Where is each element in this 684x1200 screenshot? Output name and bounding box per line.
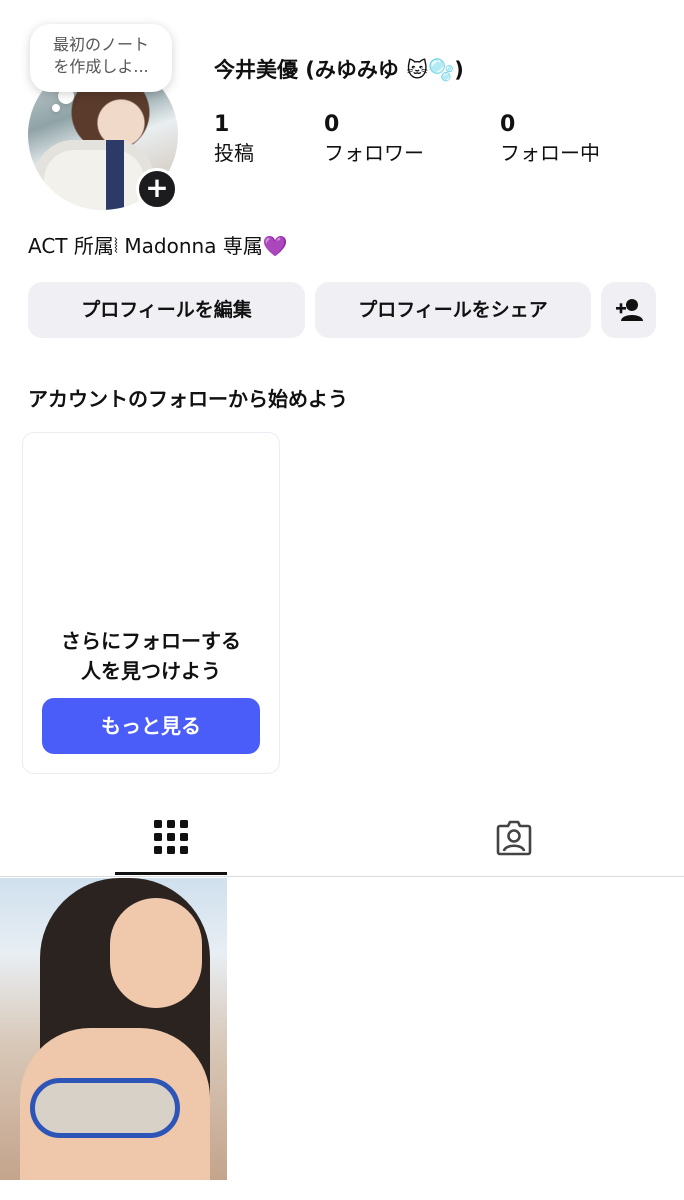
edit-profile-button[interactable]: プロフィールを編集 xyxy=(28,282,305,338)
discover-people-button[interactable] xyxy=(601,282,656,338)
grid-icon xyxy=(154,820,188,854)
suggestions-title: アカウントのフォローから始めよう xyxy=(28,387,348,411)
share-profile-button[interactable]: プロフィールをシェア xyxy=(315,282,591,338)
stat-following[interactable]: 0 フォロー中 xyxy=(500,112,600,166)
stat-followers-label: フォロワー xyxy=(324,141,424,165)
note-text-line2: を作成しよ... xyxy=(53,57,149,76)
stat-following-label: フォロー中 xyxy=(500,141,600,165)
add-person-icon xyxy=(615,299,643,321)
stat-posts-value: 1 xyxy=(214,112,230,137)
profile-bio: ACT 所属⦚ Madonna 専属💜 xyxy=(28,234,288,258)
stat-posts-label: 投稿 xyxy=(214,141,254,165)
tab-tagged[interactable] xyxy=(458,812,570,868)
tab-divider xyxy=(0,876,684,877)
see-more-button[interactable]: もっと見る xyxy=(42,698,260,754)
post-photo-detail xyxy=(30,1078,180,1138)
avatar-photo-detail xyxy=(34,140,154,210)
suggestion-card-text: さらにフォローする 人を見つけよう xyxy=(22,626,280,686)
post-thumbnail[interactable] xyxy=(0,878,227,1180)
tagged-person-icon xyxy=(496,820,532,856)
suggestion-card-line2: 人を見つけよう xyxy=(81,659,221,683)
add-story-icon[interactable]: + xyxy=(136,168,178,210)
post-photo-detail xyxy=(110,898,202,1008)
stat-posts: 1 投稿 xyxy=(214,112,254,166)
note-bubble[interactable]: 最初のノート を作成しよ... xyxy=(30,24,172,92)
avatar-photo-detail xyxy=(106,140,124,210)
suggestion-card-line1: さらにフォローする xyxy=(61,629,241,653)
note-text-line1: 最初のノート xyxy=(52,35,149,54)
stat-followers-value: 0 xyxy=(324,112,340,137)
tab-grid[interactable] xyxy=(115,812,227,868)
stat-followers[interactable]: 0 フォロワー xyxy=(324,112,424,166)
note-bubble-tail xyxy=(52,104,60,112)
profile-username: 今井美優 (みゆみゆ 🐱🫧) xyxy=(214,58,464,82)
tab-active-indicator xyxy=(115,872,227,875)
stat-following-value: 0 xyxy=(500,112,516,137)
